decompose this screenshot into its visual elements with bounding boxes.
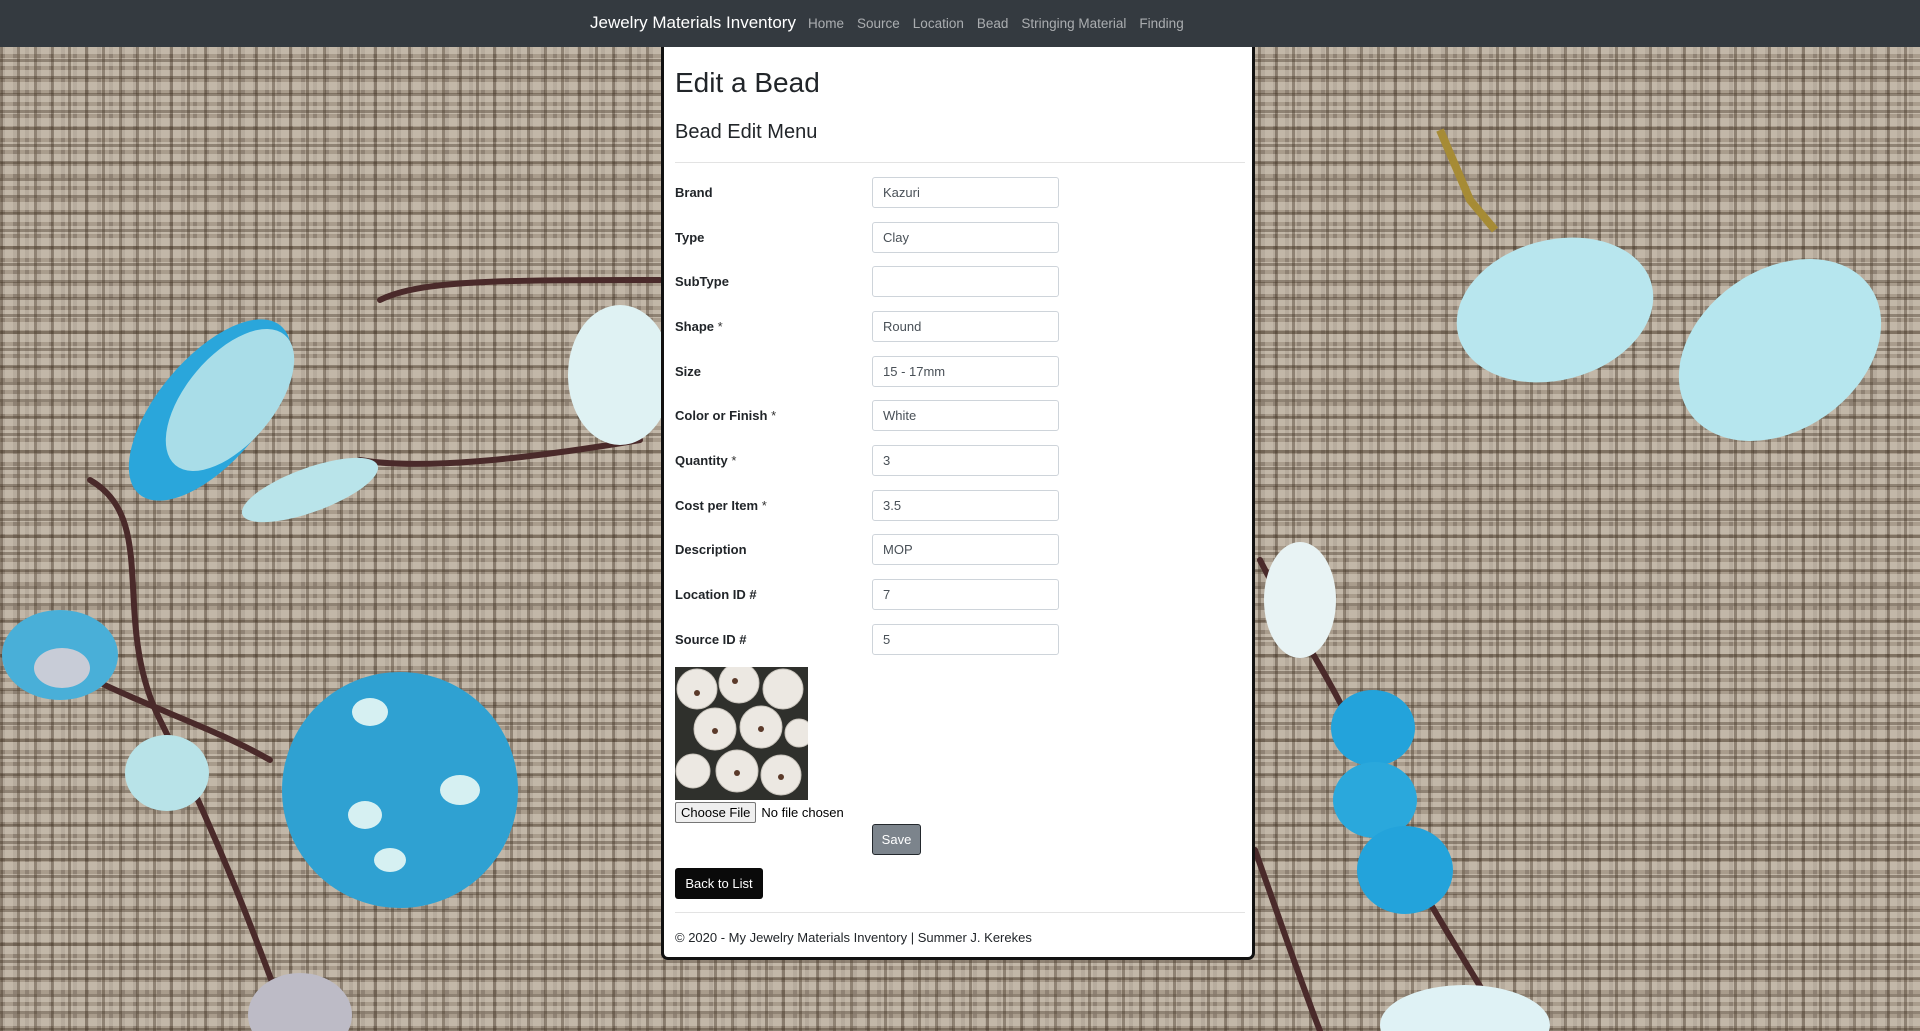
- field-label-color: Color or Finish *: [675, 408, 777, 423]
- field-label-source-id: Source ID #: [675, 632, 747, 647]
- color-input[interactable]: [872, 400, 1059, 431]
- required-mark: *: [761, 498, 767, 513]
- top-navbar: Jewelry Materials Inventory Home Source …: [0, 0, 1920, 47]
- nav-home[interactable]: Home: [808, 16, 844, 31]
- subtype-input[interactable]: [872, 266, 1059, 297]
- footer-text: © 2020 - My Jewelry Materials Inventory …: [675, 930, 1032, 945]
- main-container: Edit a Bead Bead Edit Menu Brand Type Su…: [661, 46, 1255, 960]
- field-label-shape: Shape *: [675, 319, 723, 334]
- field-label-location-id: Location ID #: [675, 587, 757, 602]
- nav-location[interactable]: Location: [913, 16, 964, 31]
- description-input[interactable]: [872, 534, 1059, 565]
- nav-bead[interactable]: Bead: [977, 16, 1009, 31]
- shape-input[interactable]: [872, 311, 1059, 342]
- footer-divider: [675, 912, 1245, 913]
- quantity-input[interactable]: [872, 445, 1059, 476]
- page-subtitle: Bead Edit Menu: [675, 121, 818, 143]
- file-status: No file chosen: [761, 805, 844, 820]
- brand-link[interactable]: Jewelry Materials Inventory: [590, 13, 796, 33]
- field-label-brand: Brand: [675, 185, 713, 200]
- nav-links: Home Source Location Bead Stringing Mate…: [808, 16, 1184, 31]
- file-upload: Choose File No file chosen: [675, 802, 844, 823]
- source-id-input[interactable]: [872, 624, 1059, 655]
- bead-image: [675, 667, 808, 800]
- type-input[interactable]: [872, 222, 1059, 253]
- field-label-description: Description: [675, 542, 747, 557]
- choose-file-button[interactable]: Choose File: [675, 802, 757, 823]
- field-label-type: Type: [675, 230, 705, 245]
- field-label-size: Size: [675, 364, 702, 379]
- required-mark: *: [731, 453, 737, 468]
- nav-source[interactable]: Source: [857, 16, 900, 31]
- brand-input[interactable]: [872, 177, 1059, 208]
- field-label-quantity: Quantity *: [675, 453, 737, 468]
- field-label-subtype: SubType: [675, 274, 729, 289]
- size-input[interactable]: [872, 356, 1059, 387]
- nav-stringing-material[interactable]: Stringing Material: [1021, 16, 1126, 31]
- location-id-input[interactable]: [872, 579, 1059, 610]
- back-to-list-button[interactable]: Back to List: [675, 868, 763, 899]
- required-mark: *: [717, 319, 723, 334]
- divider: [675, 162, 1245, 163]
- save-button[interactable]: Save: [872, 824, 921, 855]
- cost-input[interactable]: [872, 490, 1059, 521]
- page-title: Edit a Bead: [675, 67, 820, 98]
- required-mark: *: [771, 408, 777, 423]
- nav-finding[interactable]: Finding: [1139, 16, 1183, 31]
- field-label-cost: Cost per Item *: [675, 498, 767, 513]
